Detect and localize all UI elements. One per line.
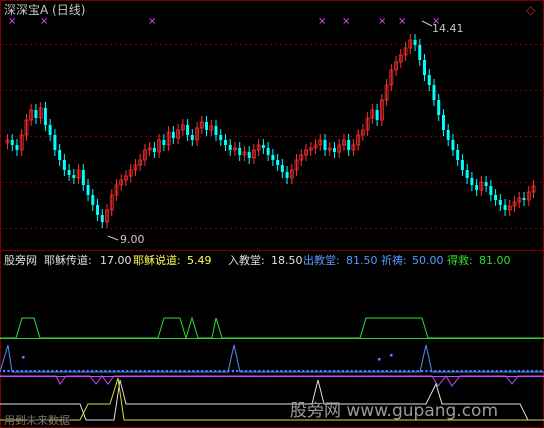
param-3-value: 18.50 [271,254,303,267]
signal-marker: × [148,16,156,27]
param-6-value: 81.00 [479,254,511,267]
magenta-indicator-line [0,375,544,387]
chart-frame [0,0,544,428]
candlestick-series [5,34,536,228]
indicator-header: 股旁网 耶稣传道: 17.00 耶稣说道: 5.49 入教堂: 18.50 出教… [4,253,511,267]
diamond-icon[interactable]: ◇ [526,3,536,17]
watermark-right: 股旁网 www.gupang.com [290,401,498,421]
param-4-label: 出教堂: [303,253,340,267]
param-1-value: 17.00 [100,254,132,267]
param-2-label: 耶稣说道: [133,253,181,267]
low-price-annotation: 9.00 [107,233,145,246]
param-5-value: 50.00 [412,254,444,267]
high-price-annotation: 14.41 [421,20,464,35]
signal-marker: × [378,16,386,27]
param-6-label: 得救: [447,253,473,267]
param-1-label: 耶稣传道: [44,253,92,267]
signal-marker: × [40,16,48,27]
chart-canvas: × × × × × × × × 深深宝A (日线) ◇ 14.41 9.00 股旁网 耶稣传道… [0,0,544,428]
high-price-label: 14.41 [432,22,464,35]
chart-title: 深深宝A (日线) [4,3,85,17]
param-4-value: 81.50 [346,254,378,267]
signal-marker: × [398,16,406,27]
indicator-name: 股旁网 [4,253,37,267]
green-indicator-line [0,316,544,340]
signal-marker: × [8,16,16,27]
blue-indicator-line [0,344,544,373]
price-grid [0,44,544,229]
low-price-label: 9.00 [120,233,145,246]
signal-markers: × × × × × × × × [8,16,440,27]
watermark-left: 用到未来数据 [4,413,70,427]
param-3-label: 入教堂: [228,254,265,267]
signal-marker: × [342,16,350,27]
signal-marker: × [318,16,326,27]
param-2-value: 5.49 [187,254,212,267]
param-5-label: 祈祷: [381,253,407,267]
blue-dot-row [3,354,542,373]
